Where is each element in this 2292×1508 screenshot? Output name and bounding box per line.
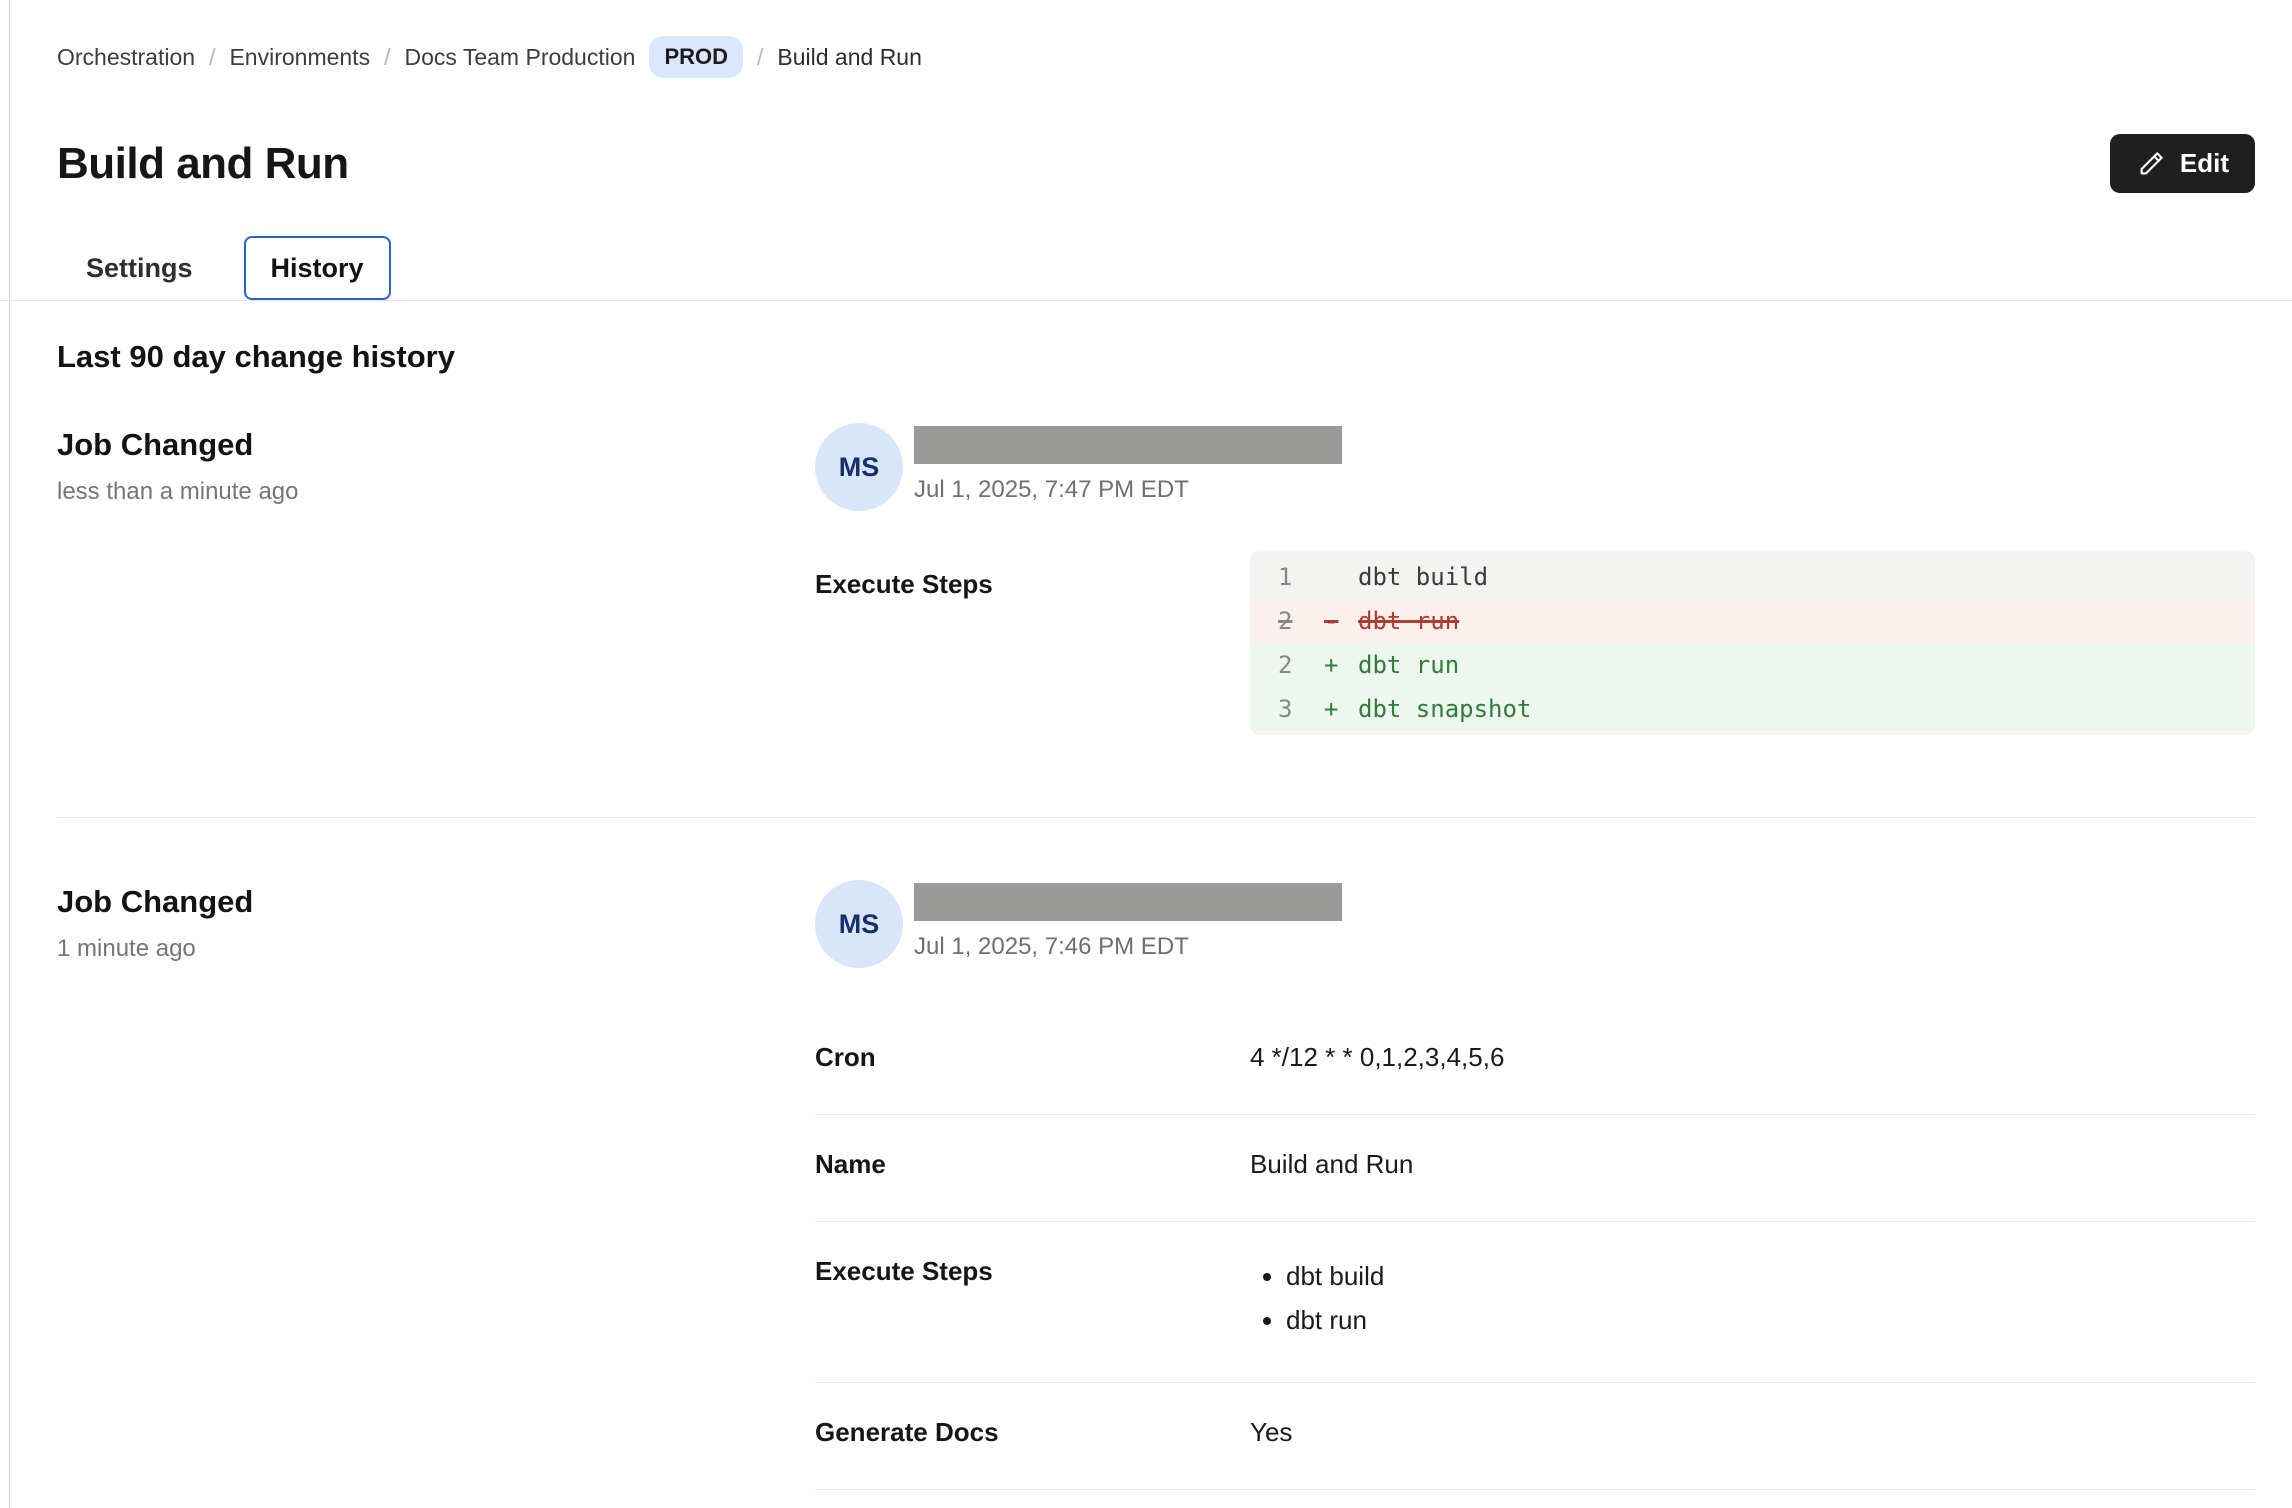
field-row: Execute Steps1dbt build2-dbt run2+dbt ru…	[815, 551, 2255, 735]
breadcrumb-link[interactable]: Environments	[229, 37, 370, 77]
pencil-icon	[2136, 149, 2166, 179]
field-label: Execute Steps	[815, 1254, 1250, 1288]
field-row: NameBuild and Run	[815, 1115, 2255, 1222]
diff-line-number: 3	[1278, 687, 1324, 731]
execute-step-item: dbt run	[1286, 1298, 2255, 1342]
diff-line-number: 2	[1278, 643, 1324, 687]
page-content: Orchestration / Environments / Docs Team Pro…	[57, 0, 2255, 1490]
diff-line-context: 1 dbt build	[1250, 555, 2255, 599]
tab-settings[interactable]: Settings	[59, 236, 220, 300]
entry-relative-time: 1 minute ago	[57, 932, 815, 966]
diff-sign: +	[1324, 643, 1358, 687]
page-title: Build and Run	[57, 137, 349, 191]
field-value: Yes	[1250, 1415, 2255, 1449]
breadcrumb-separator: /	[757, 37, 763, 77]
diff-line-number: 1	[1278, 555, 1324, 599]
breadcrumb-link[interactable]: Orchestration	[57, 37, 195, 77]
entry-details: MS Jul 1, 2025, 7:46 PM EDT Cron4 */12 * *…	[815, 880, 2255, 1490]
changed-by-row: MS Jul 1, 2025, 7:47 PM EDT	[815, 423, 2255, 511]
entry-summary: Job Changed 1 minute ago	[57, 880, 815, 1490]
diff-sign	[1324, 555, 1358, 599]
redacted-username-bar	[914, 883, 1342, 921]
diff-line-number: 2	[1278, 599, 1324, 643]
field-label: Name	[815, 1147, 1250, 1181]
entry-title: Job Changed	[57, 423, 815, 467]
changed-fields: Cron4 */12 * * 0,1,2,3,4,5,6NameBuild an…	[815, 1008, 2255, 1490]
change-timestamp: Jul 1, 2025, 7:46 PM EDT	[914, 930, 1342, 964]
history-entry: Job Changed 1 minute agoMS Jul 1, 2025, 7:…	[57, 818, 2255, 1490]
field-value: dbt builddbt run	[1250, 1254, 2255, 1342]
user-meta: Jul 1, 2025, 7:46 PM EDT	[914, 880, 1342, 964]
field-label: Execute Steps	[815, 551, 1250, 601]
diff-code: dbt build	[1358, 555, 1488, 599]
user-avatar: MS	[815, 423, 903, 511]
change-timestamp: Jul 1, 2025, 7:47 PM EDT	[914, 473, 1342, 507]
entry-summary: Job Changed less than a minute ago	[57, 423, 815, 735]
changed-by-row: MS Jul 1, 2025, 7:46 PM EDT	[815, 880, 2255, 968]
breadcrumb-separator: /	[384, 37, 390, 77]
breadcrumb: Orchestration / Environments / Docs Team Pro…	[57, 36, 2255, 78]
diff-sign: -	[1324, 599, 1358, 643]
user-avatar: MS	[815, 880, 903, 968]
edit-button[interactable]: Edit	[2110, 134, 2255, 193]
page-header: Build and Run Edit	[57, 134, 2255, 193]
execute-step-item: dbt build	[1286, 1254, 2255, 1298]
diff-code: dbt run	[1358, 643, 1459, 687]
tab-bar: Settings History	[57, 236, 2255, 300]
field-value: Build and Run	[1250, 1147, 2255, 1181]
diff-code: dbt run	[1358, 599, 1459, 643]
user-meta: Jul 1, 2025, 7:47 PM EDT	[914, 423, 1342, 507]
diff-line-added: 2+dbt run	[1250, 643, 2255, 687]
field-value: 1dbt build2-dbt run2+dbt run3+dbt snapsh…	[1250, 551, 2255, 735]
tab-bar-divider	[0, 300, 2292, 301]
changed-fields: Execute Steps1dbt build2-dbt run2+dbt ru…	[815, 551, 2255, 735]
diff-code: dbt snapshot	[1358, 687, 1531, 731]
history-entry: Job Changed less than a minute agoMS Jul 1…	[57, 423, 2255, 735]
edit-button-label: Edit	[2180, 148, 2229, 179]
breadcrumb-current: Build and Run	[777, 37, 922, 77]
field-row: Execute Stepsdbt builddbt run	[815, 1222, 2255, 1383]
execute-steps-list: dbt builddbt run	[1250, 1254, 2255, 1342]
field-row: Cron4 */12 * * 0,1,2,3,4,5,6	[815, 1008, 2255, 1115]
redacted-username-bar	[914, 426, 1342, 464]
breadcrumb-link[interactable]: Docs Team Production	[404, 37, 635, 77]
diff-line-removed: 2-dbt run	[1250, 599, 2255, 643]
field-label: Generate Docs	[815, 1415, 1250, 1449]
entry-relative-time: less than a minute ago	[57, 475, 815, 509]
field-value: 4 */12 * * 0,1,2,3,4,5,6	[1250, 1040, 2255, 1074]
environment-badge: PROD	[649, 36, 743, 78]
entry-title: Job Changed	[57, 880, 815, 924]
diff-sign: +	[1324, 687, 1358, 731]
entry-details: MSJul 1, 2025, 7:47 PM EDTExecute Steps1…	[815, 423, 2255, 735]
diff-line-added: 3+dbt snapshot	[1250, 687, 2255, 731]
tab-history[interactable]: History	[244, 236, 391, 300]
field-row: Generate DocsYes	[815, 1383, 2255, 1490]
change-history-list: Job Changedless than a minute agoMSJul 1…	[57, 423, 2255, 1490]
field-label: Cron	[815, 1040, 1250, 1074]
window-left-border	[9, 0, 10, 1508]
execute-steps-diff: 1dbt build2-dbt run2+dbt run3+dbt snapsh…	[1250, 551, 2255, 735]
history-heading: Last 90 day change history	[57, 335, 2255, 379]
breadcrumb-separator: /	[209, 37, 215, 77]
